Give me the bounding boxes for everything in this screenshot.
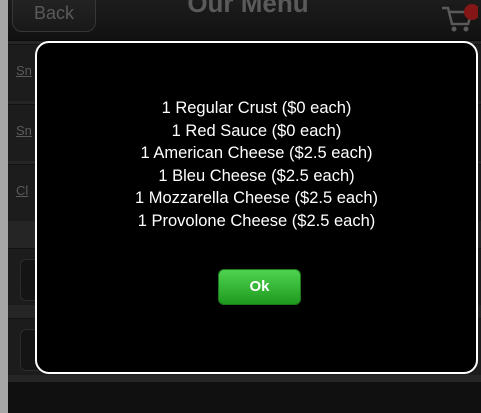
message-line: 1 Red Sauce ($0 each)	[171, 121, 342, 140]
ok-button[interactable]: Ok	[218, 269, 301, 305]
message-line: 1 American Cheese ($2.5 each)	[140, 144, 373, 162]
dialog-message: 1 Regular Crust ($0 each) 1 Red Sauce ($…	[37, 97, 476, 232]
message-line: 1 Bleu Cheese ($2.5 each)	[158, 166, 355, 185]
order-summary-dialog: 1 Regular Crust ($0 each) 1 Red Sauce ($…	[35, 41, 478, 374]
message-line: 1 Mozzarella Cheese ($2.5 each)	[134, 189, 379, 207]
message-line: 1 Provolone Cheese ($2.5 each)	[137, 211, 376, 230]
message-line: 1 Regular Crust ($0 each)	[161, 99, 352, 117]
